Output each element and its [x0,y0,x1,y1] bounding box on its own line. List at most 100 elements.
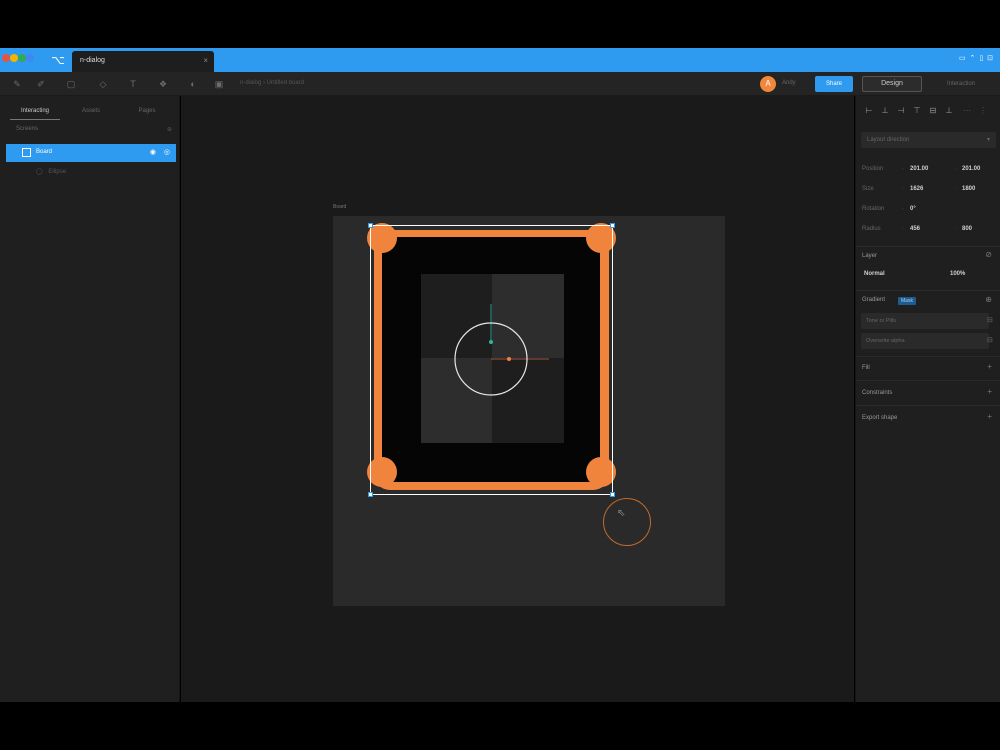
position-row: Position · 201.00 · 201.00 [862,166,996,178]
align-middle-icon[interactable]: ⊟ [928,106,938,116]
position-label: Position [862,166,884,172]
breadcrumb[interactable]: n-dialog › Untitled board [240,80,304,86]
ellipse-icon: ◯ [36,169,43,175]
logo-dot-red [2,54,10,62]
add-page-icon[interactable]: ⊕ [167,126,172,133]
image-icon[interactable]: ▣ [212,78,226,90]
divider [856,380,1000,381]
blend-mode-select[interactable]: Normal [864,271,885,277]
tab-interacting[interactable]: Interacting [10,102,60,120]
radius-input[interactable]: 456 [910,226,920,232]
divider [856,356,1000,357]
width-input[interactable]: 1626 [910,186,923,192]
toolbar: ✎ ✐ ▢ ◇ T ❖ ◐ ▣ n-dialog › Untitled boar… [0,72,1000,96]
height-input[interactable]: 1800 [962,186,975,192]
add-export-icon[interactable]: + [987,412,992,421]
mask-badge[interactable]: Mask [898,297,916,305]
divider [856,246,1000,247]
item-options-icon[interactable]: ⊟ [987,335,997,347]
pencil-icon[interactable]: ✐ [34,78,48,90]
layers-panel: Interacting Assets Pages Screens ⊕ Board… [0,96,180,702]
board-label[interactable]: Board [333,204,346,210]
chevron-down-icon: ▾ [986,137,990,143]
layout-select[interactable]: Layout direction ▾ [861,132,996,148]
size-label: Size [862,186,874,192]
page-label: Screens [16,126,39,132]
rotation-row: Rotation · 0° [862,206,996,218]
shape-icon[interactable]: ◇ [96,78,110,90]
tab-pages[interactable]: Pages [122,102,172,120]
window-controls[interactable]: ▭ ⌃ ▯ ⊡ [959,54,994,62]
pen-icon[interactable]: ✎ [10,78,24,90]
add-constraint-icon[interactable]: + [987,387,992,396]
user-name: Andy [782,80,796,86]
align-bottom-icon[interactable]: ⊥ [944,106,954,116]
lock-icon[interactable]: ◉ [150,148,156,156]
gradient-section-title: Gradient [862,297,886,303]
align-left-icon[interactable]: ⊢ [864,106,874,116]
resize-handle-br[interactable] [610,492,615,497]
item-options-icon[interactable]: ⊟ [987,315,997,327]
component-icon[interactable]: ❖ [156,78,170,90]
distribute-v-icon[interactable]: ⋮ [978,106,988,116]
position-x-input[interactable]: 201.00 [910,166,928,172]
selection-box [370,225,613,495]
layer-item-ellipse[interactable]: ◯ Ellipse [36,168,166,180]
canvas[interactable]: Board ⇖ [181,96,854,702]
rotation-input[interactable]: 0° [910,206,916,212]
field-divider: · [902,166,904,172]
document-tab[interactable]: n-dialog × [72,51,214,72]
rotation-label: Rotation [862,206,885,212]
divider [856,405,1000,406]
export-section-title: Export shape [862,415,898,421]
layer-name: Board [36,149,53,155]
logo-dot-yellow [10,54,18,62]
radius-input-2[interactable]: 800 [962,226,972,232]
field-divider: · [902,226,904,232]
layer-options-icon[interactable]: ⊘ [985,250,992,259]
resize-handle-bl[interactable] [368,492,373,497]
menu-icon[interactable]: ⌥ [50,52,66,68]
letterbox-bottom [0,702,1000,750]
field-divider: · [902,206,904,212]
position-y-input[interactable]: 201.00 [962,166,980,172]
gradient-item[interactable]: Overwrite alpha ⊟ [861,333,993,349]
app-logo [2,53,38,67]
gradient-header: Gradient Mask [862,297,996,309]
align-right-icon[interactable]: ⊣ [896,106,906,116]
field-divider: · [902,186,904,192]
gradient-item[interactable]: Tone or Pills ⊟ [861,313,993,329]
design-panel: ⊢ ⊥ ⊣ ⊤ ⊟ ⊥ ⋯ ⋮ Layout direction ▾ Posit… [855,96,1000,702]
title-bar: ⌥ n-dialog × ▭ ⌃ ▯ ⊡ [0,48,1000,72]
design-mode-button[interactable]: Design [862,76,922,92]
layer-item-board[interactable]: Board ◉ ◎ [6,144,176,162]
gradient-item-label: Overwrite alpha [866,338,905,344]
gradient-item-label: Tone or Pills [866,318,896,324]
frame-icon[interactable]: ▢ [64,78,78,90]
interaction-mode-button[interactable]: Interaction [930,76,992,92]
resize-handle-tl[interactable] [368,223,373,228]
text-icon[interactable]: T [126,78,140,90]
resize-handle-tr[interactable] [610,223,615,228]
add-fill-icon[interactable]: + [987,362,992,371]
layer-opacity-input[interactable]: 100% [950,271,965,277]
add-gradient-icon[interactable]: ⊕ [985,295,992,304]
share-button[interactable]: Share [815,76,853,92]
field-divider: · [954,186,956,192]
align-top-icon[interactable]: ⊤ [912,106,922,116]
align-center-icon[interactable]: ⊥ [880,106,890,116]
tab-assets[interactable]: Assets [66,102,116,120]
left-panel-tabs: Interacting Assets Pages [0,102,180,120]
letterbox-top [0,0,1000,48]
mask-icon[interactable]: ◐ [186,78,200,90]
page-row[interactable]: Screens ⊕ [8,126,174,138]
close-icon[interactable]: × [203,56,208,65]
layout-select-value: Layout direction [867,137,910,143]
divider [856,290,1000,291]
document-tab-label: n-dialog [80,57,105,64]
distribute-h-icon[interactable]: ⋯ [962,106,972,116]
field-divider: · [954,166,956,172]
radius-label: Radius [862,226,881,232]
avatar[interactable]: A [760,76,776,92]
eye-icon[interactable]: ◎ [164,148,170,156]
